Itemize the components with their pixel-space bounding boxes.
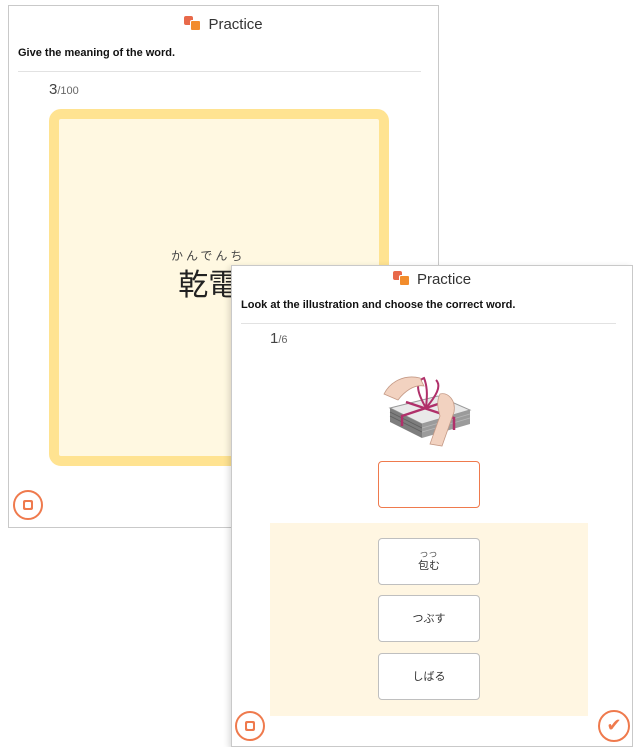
choices-area: つつ 包む つぶす しばる xyxy=(270,523,588,716)
divider xyxy=(18,71,421,72)
checkmark-icon: ✔ xyxy=(606,715,622,736)
app-logo-icon xyxy=(392,271,410,286)
card-header: Practice xyxy=(232,269,632,288)
kanji-word: 乾電 xyxy=(178,268,239,303)
divider xyxy=(241,323,616,324)
choice-label: 包む xyxy=(418,559,440,572)
card-header: Practice xyxy=(9,14,438,33)
instruction-text: Look at the illustration and choose the … xyxy=(241,299,516,311)
choice-button[interactable]: つつ 包む xyxy=(378,538,480,585)
answer-slot[interactable] xyxy=(378,461,480,508)
progress-counter: 1/6 xyxy=(270,330,288,347)
counter-total: /6 xyxy=(278,334,288,346)
choice-button[interactable]: つぶす xyxy=(378,595,480,642)
choice-ruby: つつ xyxy=(420,550,438,559)
furigana-reading: かんでんち xyxy=(171,249,246,263)
stop-button[interactable] xyxy=(235,711,265,741)
header-title: Practice xyxy=(208,16,263,33)
wrapping-package-illustration xyxy=(383,376,472,447)
choice-label: しばる xyxy=(412,670,446,683)
choice-label: つぶす xyxy=(412,612,446,625)
stop-button[interactable] xyxy=(13,490,43,520)
header-title: Practice xyxy=(416,271,472,288)
instruction-text: Give the meaning of the word. xyxy=(18,47,176,59)
choice-button[interactable]: しばる xyxy=(378,653,480,700)
counter-total: /100 xyxy=(57,85,79,97)
progress-counter: 3/100 xyxy=(49,81,79,98)
practice-card-illustration: Practice Look at the illustration and ch… xyxy=(231,265,633,747)
app-logo-icon xyxy=(184,16,202,31)
check-button[interactable]: ✔ xyxy=(598,710,630,742)
